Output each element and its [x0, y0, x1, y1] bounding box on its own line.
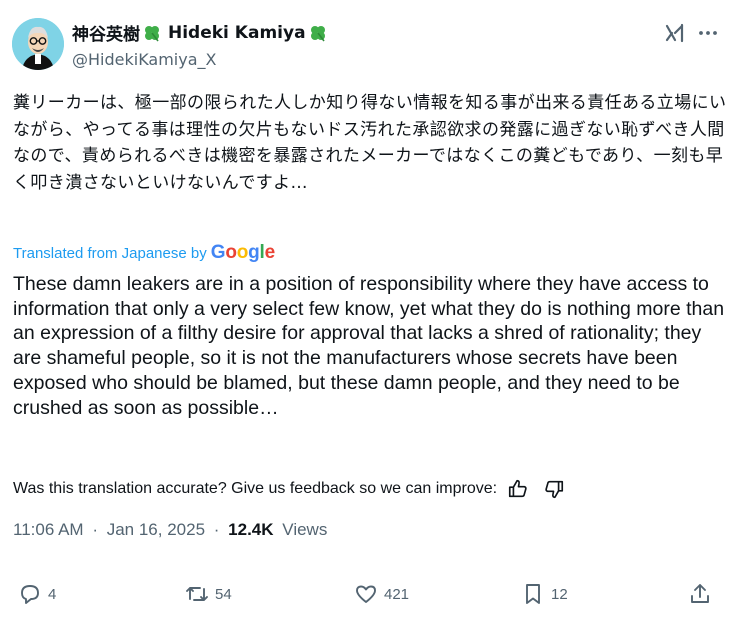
clover-icon [145, 25, 159, 41]
author-display-name[interactable]: 神谷英樹 Hideki Kamiya [72, 20, 328, 45]
action-bar: 4 54 421 12 [0, 578, 746, 610]
post-translated-text: These damn leakers are in a position of … [13, 273, 725, 419]
avatar[interactable] [12, 18, 64, 70]
translated-from-link[interactable]: Translated from Japanese by Google [13, 242, 275, 264]
share-button[interactable] [688, 582, 718, 606]
like-count: 421 [384, 585, 410, 603]
meta-separator: · [92, 520, 98, 539]
repost-icon [186, 587, 208, 601]
reply-button[interactable]: 4 [18, 582, 56, 606]
views-label: Views [282, 520, 328, 539]
clover-icon [310, 25, 325, 41]
more-options-icon[interactable] [697, 22, 719, 44]
heart-icon [356, 585, 376, 603]
bookmark-button[interactable]: 12 [521, 582, 568, 606]
translated-label: Translated from Japanese by [13, 244, 207, 262]
cartoon-avatar-icon [12, 18, 64, 70]
reply-count: 4 [48, 585, 57, 603]
feedback-prompt: Was this translation accurate? Give us f… [13, 480, 498, 497]
post-meta: 11:06 AM · Jan 16, 2025 · 12.4K Views [13, 520, 327, 540]
reply-icon [21, 585, 39, 604]
google-logo-letter: e [264, 242, 276, 263]
post-date[interactable]: Jan 16, 2025 [107, 520, 205, 539]
google-logo-letter: g [248, 242, 260, 263]
display-name-jp: 神谷英樹 [72, 25, 140, 45]
thumbs-up-icon[interactable] [507, 478, 529, 500]
google-logo-letter: G [210, 242, 226, 263]
post-time[interactable]: 11:06 AM [13, 520, 84, 539]
post-author: 神谷英樹 Hideki Kamiya @HidekiKamiya_X [72, 20, 328, 69]
google-logo-letter: o [225, 242, 237, 263]
repost-button[interactable]: 54 [185, 582, 232, 606]
author-handle[interactable]: @HidekiKamiya_X [72, 50, 328, 69]
google-logo-letter: o [236, 242, 249, 263]
google-logo: Google [211, 242, 275, 264]
display-name-en: Hideki Kamiya [168, 22, 306, 43]
bookmark-count: 12 [551, 585, 568, 603]
grok-icon[interactable] [664, 22, 686, 44]
meta-separator: · [213, 520, 220, 539]
repost-count: 54 [215, 585, 232, 603]
bookmark-icon [526, 584, 540, 604]
post-original-text: 糞リーカーは、極一部の限られた人しか知り得ない情報を知る事が出来る責任ある立場に… [13, 93, 727, 193]
share-icon [691, 584, 709, 603]
thumbs-down-icon[interactable] [543, 478, 565, 500]
translation-feedback: Was this translation accurate? Give us f… [13, 478, 565, 500]
views-count: 12.4K [228, 520, 274, 539]
like-button[interactable]: 421 [354, 582, 409, 606]
